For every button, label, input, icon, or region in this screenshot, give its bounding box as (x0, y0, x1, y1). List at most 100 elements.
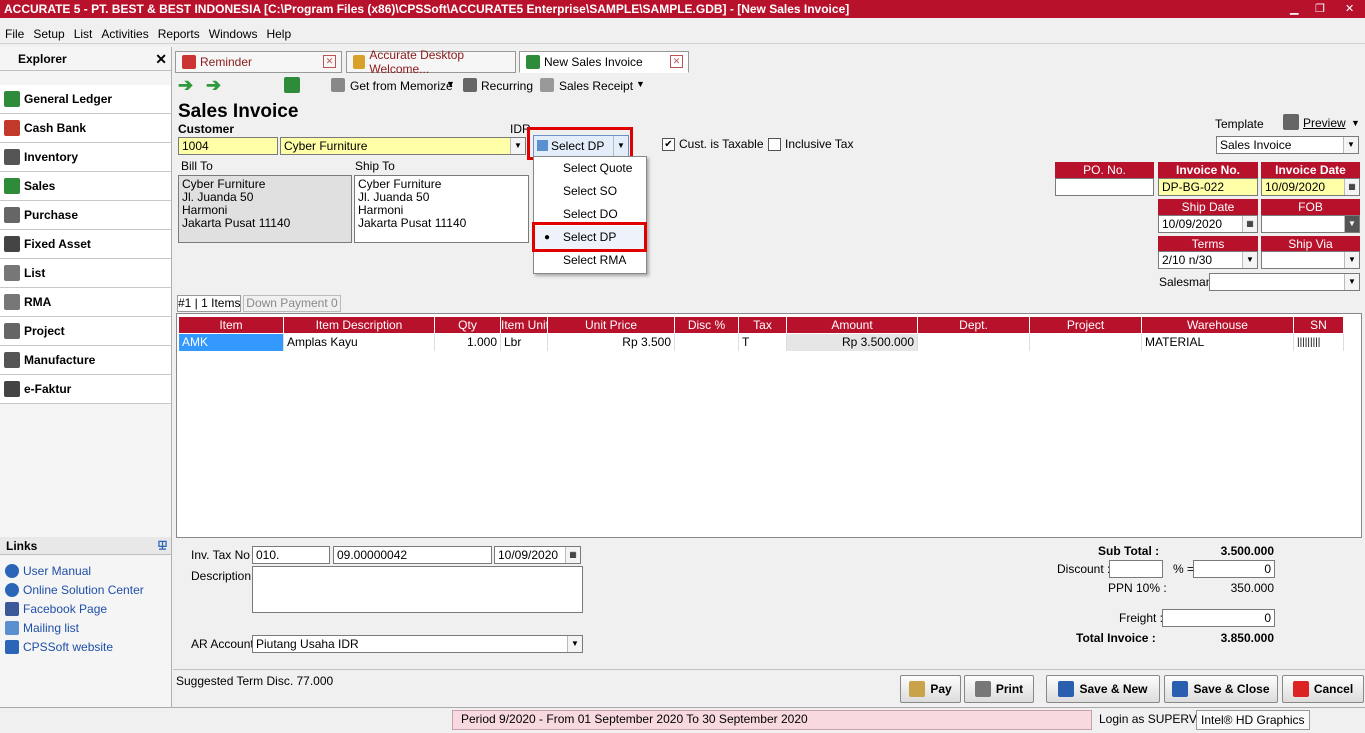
close-icon[interactable]: ✕ (1345, 0, 1354, 18)
explorer-item-inventory[interactable]: Inventory (0, 143, 171, 172)
cell-tax[interactable]: T (739, 334, 787, 351)
link-online-solution[interactable]: Online Solution Center (0, 580, 171, 599)
menu-setup[interactable]: Setup (28, 24, 68, 41)
menu-reports[interactable]: Reports (153, 24, 204, 41)
menu-file[interactable]: File (0, 24, 28, 41)
explorer-item-manufacture[interactable]: Manufacture (0, 346, 171, 375)
chevron-down-icon[interactable]: ▼ (1344, 274, 1359, 290)
invoice-date-field[interactable]: 10/09/2020 ▦ (1261, 178, 1360, 196)
cell-description[interactable]: Amplas Kayu (284, 334, 435, 351)
link-mailing-list[interactable]: Mailing list (0, 618, 171, 637)
explorer-item-general-ledger[interactable]: General Ledger (0, 85, 171, 114)
calendar-icon[interactable]: ▦ (1344, 179, 1359, 195)
salesman-select[interactable]: ▼ (1209, 273, 1360, 291)
back-arrow-icon[interactable]: ➔ (178, 75, 193, 96)
menu-help[interactable]: Help (261, 24, 295, 41)
bill-to-address[interactable]: Cyber Furniture Jl. Juanda 50 Harmoni Ja… (178, 175, 352, 243)
description-textarea[interactable] (252, 566, 583, 613)
cell-unit[interactable]: Lbr (501, 334, 548, 351)
explorer-item-cash-bank[interactable]: Cash Bank (0, 114, 171, 143)
cell-warehouse[interactable]: MATERIAL (1142, 334, 1294, 351)
chevron-down-icon[interactable]: ▼ (510, 138, 525, 154)
chevron-down-icon[interactable]: ▼ (446, 79, 455, 89)
ar-account-select[interactable]: Piutang Usaha IDR ▼ (252, 635, 583, 653)
chevron-down-icon[interactable]: ▼ (636, 79, 645, 89)
preview-button[interactable]: Preview (1303, 116, 1346, 130)
collapse-icon[interactable]: ⯶ (158, 537, 167, 555)
tab-items[interactable]: #1 | 1 Items (177, 295, 241, 312)
get-from-memorize-button[interactable]: Get from Memorize (350, 79, 453, 93)
forward-arrow-icon[interactable]: ➔ (206, 75, 221, 96)
tab-welcome[interactable]: Accurate Desktop Welcome... (346, 48, 516, 76)
cell-sn[interactable]: ||||||||| (1294, 334, 1344, 351)
tab-close-icon[interactable]: ✕ (670, 55, 683, 68)
chevron-down-icon[interactable]: ▼ (1344, 216, 1359, 232)
terms-select[interactable]: 2/10 n/30 ▼ (1158, 251, 1258, 269)
inv-tax-date-field[interactable]: 10/09/2020 ▦ (494, 546, 581, 564)
pay-button[interactable]: Pay (900, 675, 961, 703)
explorer-close-icon[interactable]: ✕ (155, 47, 167, 71)
explorer-item-sales[interactable]: Sales (0, 172, 171, 201)
customer-code-field[interactable]: 1004 (178, 137, 278, 155)
cell-item[interactable]: AMK (179, 334, 284, 351)
discount-percent-field[interactable] (1109, 560, 1163, 578)
links-header: Links ⯶ (0, 537, 171, 555)
cell-disc[interactable] (675, 334, 739, 351)
col-unit-price: Unit Price (548, 317, 675, 333)
inv-tax-prefix-field[interactable]: 010. (252, 546, 330, 564)
tab-reminder[interactable]: Reminder ✕ (175, 51, 342, 73)
chevron-down-icon[interactable]: ▼ (1344, 252, 1359, 268)
ship-to-address[interactable]: Cyber Furniture Jl. Juanda 50 Harmoni Ja… (354, 175, 529, 243)
tab-close-icon[interactable]: ✕ (323, 55, 336, 68)
calendar-icon[interactable]: ▦ (1242, 216, 1257, 232)
cell-project[interactable] (1030, 334, 1142, 351)
menu-item-select-so[interactable]: Select SO (534, 180, 646, 203)
tab-new-sales-invoice[interactable]: New Sales Invoice ✕ (519, 51, 689, 73)
ship-via-select[interactable]: ▼ (1261, 251, 1360, 269)
copy-icon[interactable] (284, 77, 300, 93)
inclusive-tax-checkbox[interactable]: Inclusive Tax (768, 137, 853, 152)
cancel-button[interactable]: Cancel (1282, 675, 1364, 703)
chevron-down-icon[interactable]: ▼ (1242, 252, 1257, 268)
minimize-icon[interactable]: ▁ (1290, 0, 1298, 18)
calendar-icon[interactable]: ▦ (565, 547, 580, 563)
save-close-button[interactable]: Save & Close (1164, 675, 1278, 703)
tab-down-payment[interactable]: Down Payment 0 (243, 295, 341, 312)
cell-unit-price[interactable]: Rp 3.500 (548, 334, 675, 351)
link-cpssoft[interactable]: CPSSoft website (0, 637, 171, 656)
menu-list[interactable]: List (69, 24, 97, 41)
cust-taxable-checkbox[interactable]: ✔ Cust. is Taxable (662, 137, 764, 152)
explorer-item-efaktur[interactable]: e-Faktur (0, 375, 171, 404)
explorer-item-list[interactable]: List (0, 259, 171, 288)
restore-icon[interactable]: ❐ (1315, 0, 1325, 18)
inv-tax-number-field[interactable]: 09.00000042 (333, 546, 492, 564)
link-user-manual[interactable]: User Manual (0, 561, 171, 580)
invoice-no-field[interactable]: DP-BG-022 (1158, 178, 1258, 196)
link-facebook[interactable]: Facebook Page (0, 599, 171, 618)
freight-field[interactable]: 0 (1162, 609, 1275, 627)
ship-date-field[interactable]: 10/09/2020 ▦ (1158, 215, 1258, 233)
cell-amount[interactable]: Rp 3.500.000 (787, 334, 918, 351)
chevron-down-icon[interactable]: ▼ (1351, 118, 1360, 128)
po-no-field[interactable] (1055, 178, 1154, 196)
cell-dept[interactable] (918, 334, 1030, 351)
menu-item-select-rma[interactable]: Select RMA (534, 249, 646, 272)
menu-activities[interactable]: Activities (96, 24, 152, 41)
chevron-down-icon[interactable]: ▼ (567, 636, 582, 652)
template-select[interactable]: Sales Invoice ▼ (1216, 136, 1359, 154)
menu-item-select-quote[interactable]: Select Quote (534, 157, 646, 180)
explorer-item-fixed-asset[interactable]: Fixed Asset (0, 230, 171, 259)
fob-select[interactable]: ▼ (1261, 215, 1360, 233)
recurring-button[interactable]: Recurring (481, 79, 533, 93)
customer-name-field[interactable]: Cyber Furniture ▼ (280, 137, 526, 155)
print-button[interactable]: Print (964, 675, 1034, 703)
cell-qty[interactable]: 1.000 (435, 334, 501, 351)
explorer-item-rma[interactable]: RMA (0, 288, 171, 317)
chevron-down-icon[interactable]: ▼ (1343, 137, 1358, 153)
explorer-item-purchase[interactable]: Purchase (0, 201, 171, 230)
discount-value-field[interactable]: 0 (1193, 560, 1275, 578)
explorer-item-project[interactable]: Project (0, 317, 171, 346)
save-new-button[interactable]: Save & New (1046, 675, 1160, 703)
menu-windows[interactable]: Windows (204, 24, 262, 41)
sales-receipt-button[interactable]: Sales Receipt (559, 79, 633, 93)
